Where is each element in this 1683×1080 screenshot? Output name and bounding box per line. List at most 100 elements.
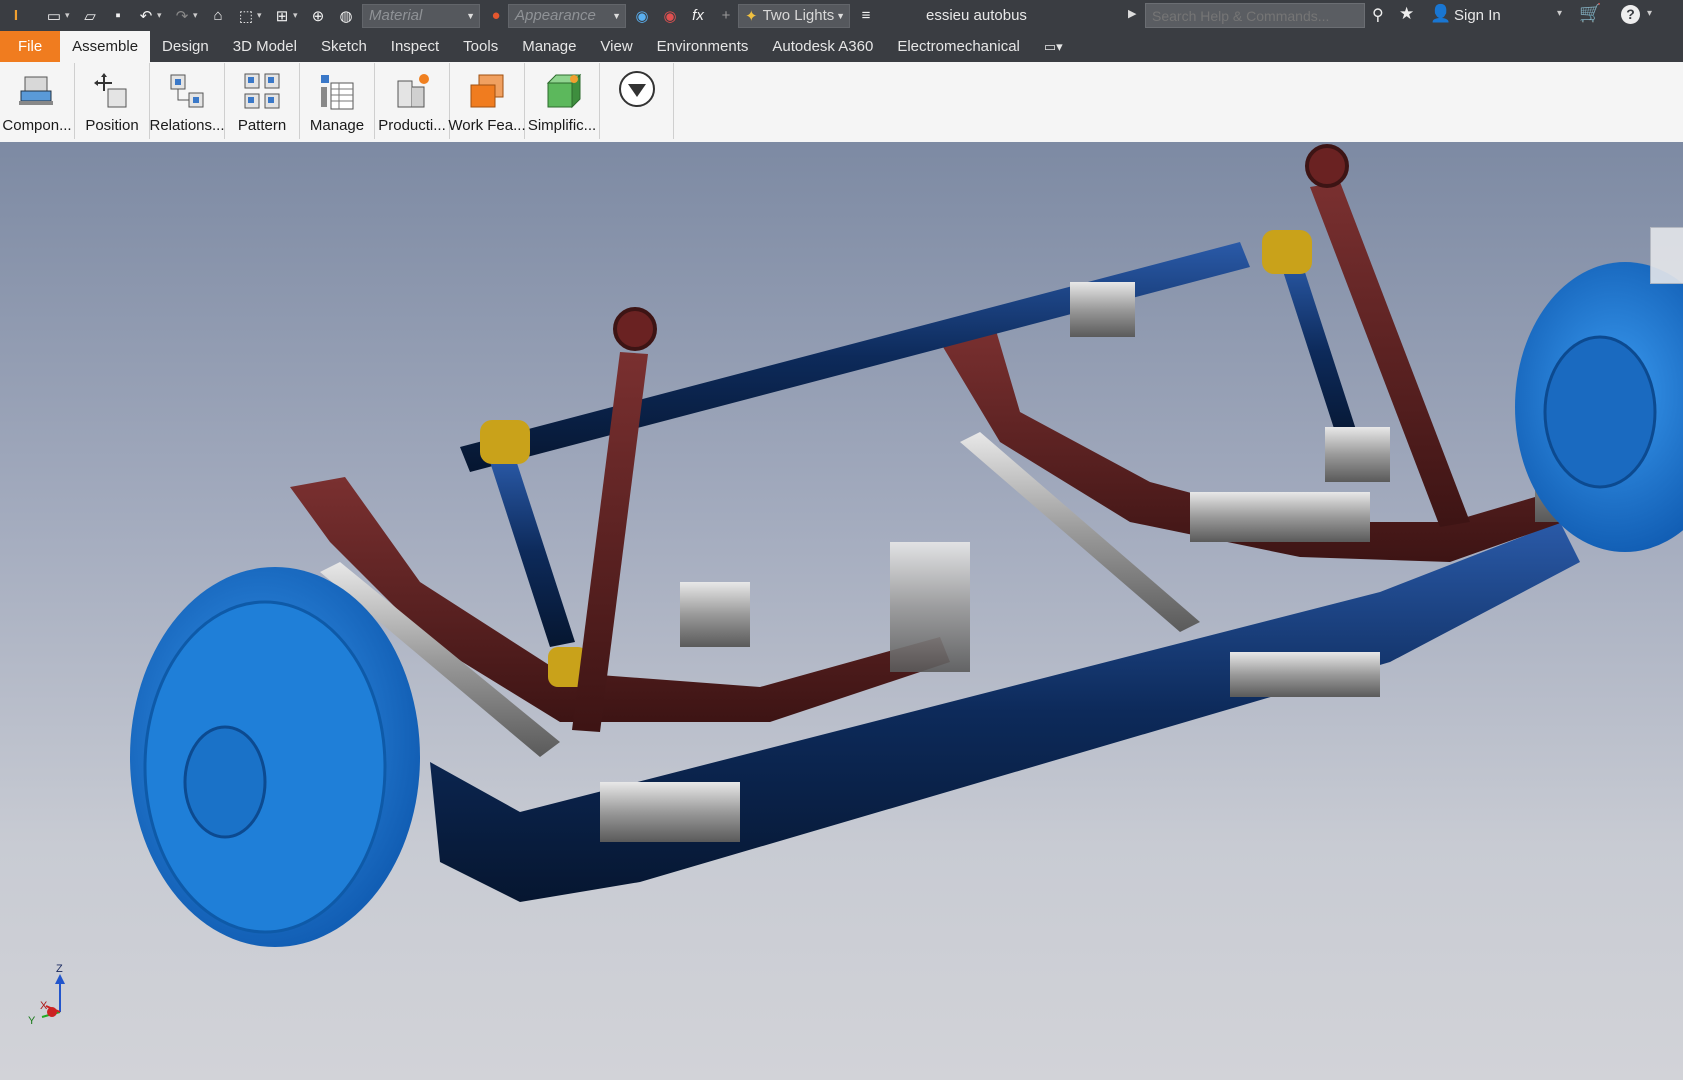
chevron-down-icon: ▼ — [466, 10, 475, 21]
help-icon[interactable]: ? — [1621, 5, 1640, 24]
lighting-combo[interactable]: ✦ Two Lights ▼ — [738, 3, 850, 28]
save-icon[interactable]: ▪ — [106, 5, 130, 27]
manage-button[interactable]: Manage — [300, 63, 375, 139]
spring-bracket — [680, 582, 750, 647]
mount-pad — [1325, 427, 1390, 482]
plus-icon[interactable]: + — [714, 5, 738, 27]
tab-assemble[interactable]: Assemble — [60, 31, 151, 62]
select-dropdown-icon[interactable]: ▾ — [257, 10, 266, 21]
redo-icon[interactable]: ↷ — [170, 5, 194, 27]
tab-environments[interactable]: Environments — [645, 31, 761, 62]
help-dropdown-icon[interactable]: ▾ — [1647, 8, 1652, 19]
search-input[interactable] — [1145, 3, 1365, 28]
view-cube[interactable] — [1650, 227, 1683, 284]
home-icon[interactable]: ⌂ — [206, 5, 230, 27]
update-icon[interactable]: ⊞ — [270, 5, 294, 27]
ribbon-display-options-icon[interactable]: ▭▾ — [1032, 31, 1075, 62]
app-logo-icon[interactable]: I — [4, 5, 28, 27]
material-combo[interactable]: Material ▼ — [362, 3, 480, 28]
graphics-viewport[interactable]: Z X Y — [0, 142, 1683, 1080]
constraint-icon — [170, 74, 204, 108]
undo-dropdown-icon[interactable]: ▾ — [157, 10, 166, 21]
expand-panel-button[interactable] — [600, 63, 674, 139]
open-folder-icon[interactable]: ▱ — [78, 5, 102, 27]
chevron-down-icon: ▼ — [836, 10, 845, 21]
work-features-button[interactable]: Work Fea... — [448, 63, 526, 139]
new-file-icon[interactable]: ▭ — [42, 5, 66, 27]
stabilizer-bar — [460, 242, 1250, 472]
view-triad: Z X Y — [28, 963, 65, 1027]
tab-design[interactable]: Design — [150, 31, 221, 62]
component-button-label: Compon... — [2, 117, 72, 134]
move-component-icon — [94, 73, 127, 108]
ribbon-tabs: File Assemble Design 3D Model Sketch Ins… — [0, 31, 1683, 62]
clear-appearance-icon[interactable]: ◉ — [658, 5, 682, 27]
axle-assembly-model[interactable] — [0, 142, 1683, 1080]
redo-dropdown-icon[interactable]: ▾ — [193, 10, 202, 21]
adjust-appearance-icon[interactable]: ◉ — [630, 5, 654, 27]
expand-panel-icon — [618, 71, 655, 107]
mount-pad — [1070, 282, 1135, 337]
lighting-combo-value: Two Lights — [762, 7, 835, 24]
simplification-button-label: Simplific... — [527, 117, 597, 134]
expand-arrow-icon[interactable]: ▶ — [1128, 7, 1136, 20]
position-button[interactable]: Position — [75, 63, 150, 139]
shackle — [890, 542, 970, 672]
place-component-icon — [19, 76, 53, 105]
shock-eye — [1305, 144, 1349, 188]
manage-button-label: Manage — [309, 117, 365, 134]
u-bolt-plate — [600, 782, 740, 842]
tab-autodesk-a360[interactable]: Autodesk A360 — [760, 31, 885, 62]
favorites-star-icon[interactable]: ★ — [1399, 4, 1414, 24]
stabilizer-arm-left — [490, 457, 575, 647]
simplify-icon — [546, 73, 582, 109]
bushing — [1262, 230, 1312, 274]
binoculars-icon[interactable]: ⚲ — [1372, 5, 1384, 25]
u-bolt-plate — [1230, 652, 1380, 697]
tab-tools[interactable]: Tools — [451, 31, 510, 62]
appearance-sphere-icon: ● — [491, 7, 501, 24]
color-wheel-icon[interactable]: ◍ — [334, 5, 358, 27]
axle-seat — [1190, 492, 1370, 542]
productivity-button-label: Producti... — [378, 117, 446, 134]
sign-in-dropdown-icon[interactable]: ▾ — [1557, 8, 1562, 19]
customize-toolbar-icon[interactable]: ≡ — [854, 5, 878, 27]
productivity-button[interactable]: Producti... — [375, 63, 450, 139]
cart-icon[interactable]: 🛒 — [1579, 3, 1601, 24]
relationships-button[interactable]: Relations... — [149, 63, 225, 139]
bushing — [480, 420, 530, 464]
update-dropdown-icon[interactable]: ▾ — [293, 10, 302, 21]
simplification-button[interactable]: Simplific... — [525, 63, 600, 139]
undo-icon[interactable]: ↶ — [134, 5, 158, 27]
tab-inspect[interactable]: Inspect — [379, 31, 451, 62]
work-features-button-label: Work Fea... — [448, 117, 526, 134]
measure-icon[interactable]: ⊕ — [306, 5, 330, 27]
tab-file[interactable]: File — [0, 31, 61, 62]
user-icon[interactable]: 👤 — [1430, 4, 1451, 24]
component-button[interactable]: Compon... — [0, 63, 75, 139]
new-dropdown-icon[interactable]: ▾ — [65, 10, 74, 21]
tab-electromechanical[interactable]: Electromechanical — [885, 31, 1032, 62]
material-combo-value: Material — [369, 7, 423, 24]
document-title: essieu autobus — [926, 7, 1027, 24]
sign-in-link[interactable]: Sign In — [1454, 7, 1501, 24]
chevron-down-icon: ▼ — [612, 10, 621, 21]
work-plane-icon — [470, 74, 504, 108]
triad-z-label: Z — [56, 963, 63, 975]
pattern-icon — [244, 73, 280, 109]
appearance-combo[interactable]: Appearance ▼ — [508, 3, 626, 28]
pattern-button[interactable]: Pattern — [225, 63, 300, 139]
ribbon-panel: Compon... Position Relations... Pattern … — [0, 62, 1683, 143]
select-icon[interactable]: ⬚ — [234, 5, 258, 27]
tab-3d-model[interactable]: 3D Model — [221, 31, 309, 62]
pattern-button-label: Pattern — [237, 117, 287, 134]
tab-sketch[interactable]: Sketch — [309, 31, 379, 62]
triad-x-label: X — [40, 1000, 48, 1012]
brake-drum-hub — [183, 725, 267, 839]
tab-view[interactable]: View — [588, 31, 644, 62]
position-button-label: Position — [85, 117, 139, 134]
tab-manage[interactable]: Manage — [510, 31, 588, 62]
fx-icon[interactable]: fx — [686, 5, 710, 27]
brake-drum-hub — [1543, 335, 1657, 489]
relationships-button-label: Relations... — [149, 117, 225, 134]
